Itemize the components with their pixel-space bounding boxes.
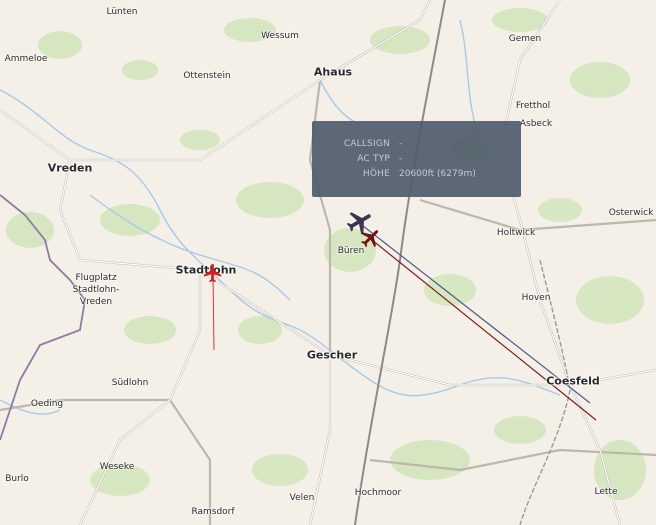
place-label-suedlohn: Südlohn	[111, 378, 149, 388]
place-label-lette: Lette	[594, 487, 618, 497]
place-label-burlo: Burlo	[5, 474, 29, 484]
flugplatz-line-2: Stadtlohn-	[72, 285, 120, 295]
airplane-icon[interactable]	[359, 226, 383, 250]
airplane-icon[interactable]	[202, 262, 224, 284]
place-label-ammeloe: Ammeloe	[4, 54, 48, 64]
tooltip-row-actype: AC TYP -	[312, 154, 521, 169]
place-label-ahaus: Ahaus	[313, 65, 353, 79]
actype-label: AC TYP	[357, 154, 390, 164]
place-label-asbeck: Asbeck	[519, 119, 553, 129]
actype-value: -	[399, 154, 403, 164]
tooltip-row-callsign: CALLSIGN -	[312, 139, 521, 154]
aircraft-info-tooltip: CALLSIGN - AC TYP - HÖHE 20600ft (6279m)	[312, 121, 521, 197]
flugplatz-line-3: Vreden	[79, 297, 113, 307]
place-label-hochmoor: Hochmoor	[354, 488, 402, 498]
place-label-ottenstein: Ottenstein	[183, 71, 231, 81]
callsign-value: -	[399, 139, 403, 149]
place-label-hoven: Hoven	[521, 293, 551, 303]
flugplatz-line-1: Flugplatz	[75, 273, 117, 283]
place-label-flugplatz: Flugplatz Stadtlohn- Vreden	[73, 272, 120, 308]
place-label-gemen: Gemen	[508, 34, 542, 44]
place-label-wessum: Wessum	[261, 31, 299, 41]
place-label-ramsdorf: Ramsdorf	[191, 507, 235, 517]
place-label-vreden: Vreden	[47, 161, 93, 175]
place-label-coesfeld: Coesfeld	[546, 374, 600, 388]
place-label-oeding: Oeding	[30, 399, 64, 409]
place-label-osterwick: Osterwick	[608, 208, 654, 218]
place-label-weseke: Weseke	[99, 462, 135, 472]
place-label-velen: Velen	[289, 493, 315, 503]
callsign-label: CALLSIGN	[343, 139, 390, 149]
map-canvas[interactable]	[0, 0, 656, 525]
place-label-gescher: Gescher	[306, 348, 358, 362]
tooltip-row-altitude: HÖHE 20600ft (6279m)	[312, 169, 521, 184]
altitude-label: HÖHE	[362, 169, 390, 179]
place-label-holtwick: Holtwick	[496, 228, 536, 238]
place-label-fretthol: Fretthol	[515, 101, 551, 111]
altitude-value: 20600ft (6279m)	[399, 169, 476, 179]
place-label-luenten: Lünten	[106, 7, 138, 17]
